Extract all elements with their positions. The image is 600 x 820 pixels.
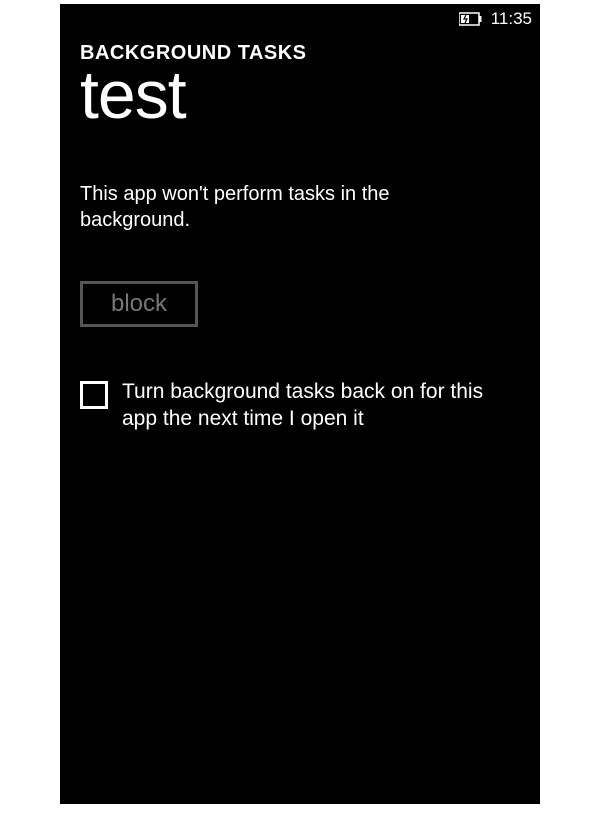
reenable-checkbox[interactable]	[80, 381, 108, 409]
reenable-checkbox-row[interactable]: Turn background tasks back on for this a…	[80, 379, 520, 433]
status-time: 11:35	[491, 9, 532, 29]
background-description: This app won't perform tasks in the back…	[80, 181, 480, 233]
block-button[interactable]: block	[80, 281, 198, 327]
battery-charging-icon	[459, 12, 483, 26]
page-title: test	[80, 61, 520, 129]
status-bar: 11:35	[60, 4, 540, 34]
reenable-checkbox-label: Turn background tasks back on for this a…	[122, 379, 492, 433]
content-area: BACKGROUND TASKS test This app won't per…	[60, 34, 540, 433]
phone-screen: 11:35 BACKGROUND TASKS test This app won…	[60, 4, 540, 804]
